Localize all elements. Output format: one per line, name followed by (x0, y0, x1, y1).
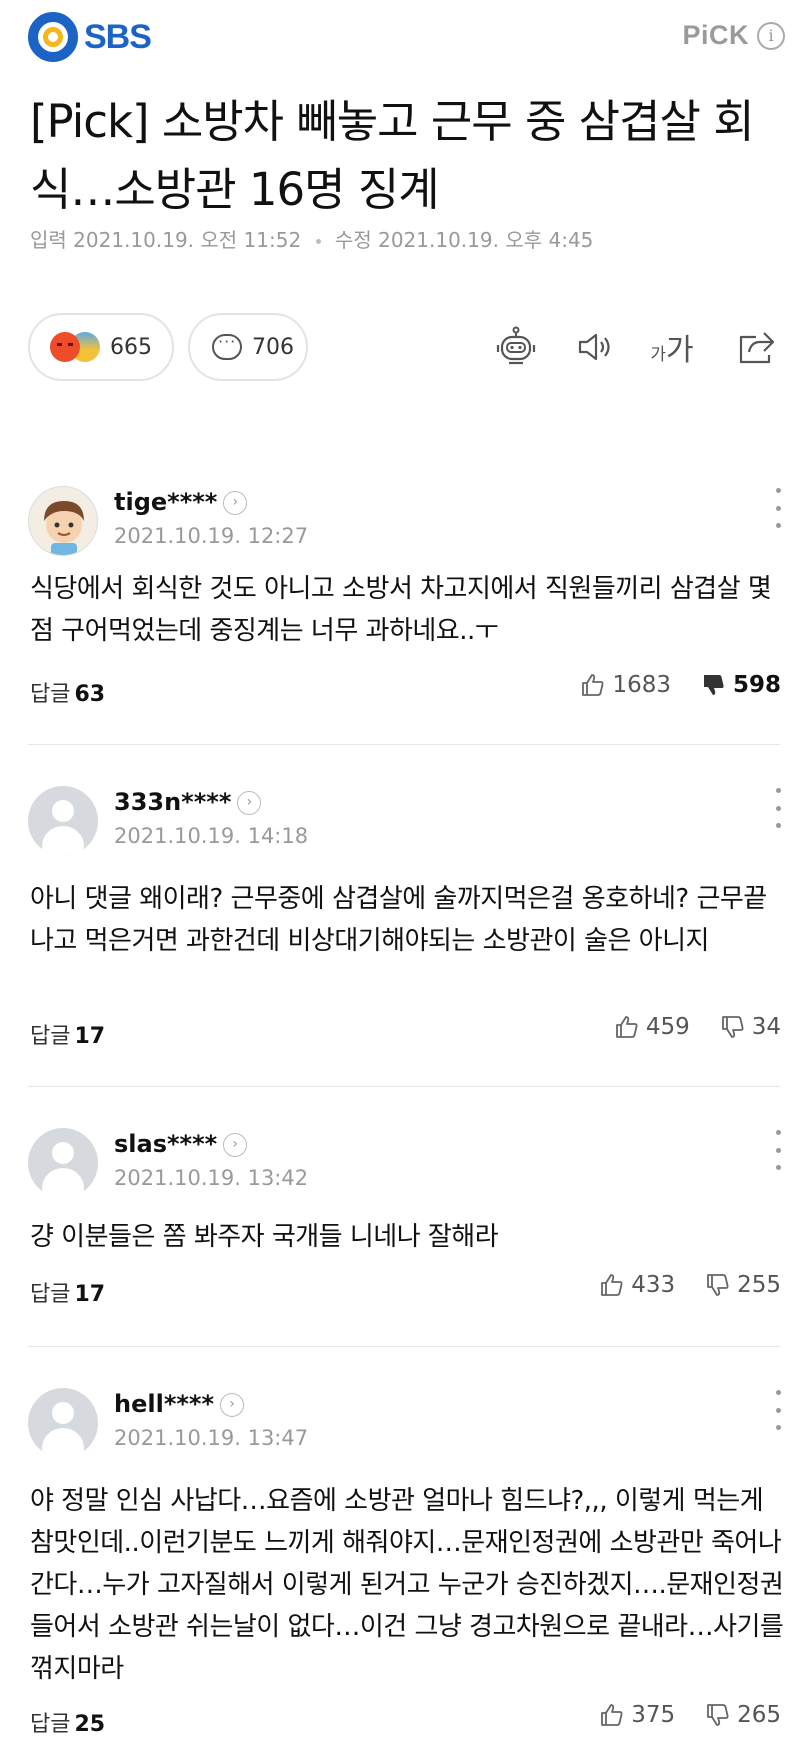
like-button[interactable]: 433 (599, 1272, 675, 1298)
robot-icon (496, 326, 536, 365)
comment-username[interactable]: tige**** › (114, 488, 248, 516)
font-size-button[interactable]: 가가 (648, 323, 696, 371)
dislike-button[interactable]: 34 (720, 1014, 781, 1040)
share-button[interactable] (732, 323, 780, 371)
chevron-right-icon[interactable]: › (237, 791, 262, 815)
font-size-icon: 가가 (650, 333, 694, 368)
dislike-button[interactable]: 598 (701, 672, 781, 698)
comment-username[interactable]: hell**** › (114, 1390, 245, 1418)
avatar[interactable] (28, 486, 98, 556)
dislike-button[interactable]: 265 (705, 1702, 781, 1728)
comment-text: 야 정말 인심 사납다…요즘에 소방관 얼마나 힘드냐?,,, 이렇게 먹는게 … (30, 1486, 784, 1684)
comment-count: 706 (252, 334, 294, 360)
thumbs-down-icon (721, 1016, 744, 1038)
robot-read-button[interactable] (492, 323, 540, 371)
comment-text: 걍 이분들은 쫌 봐주자 국개들 니네나 잘해라 (30, 1222, 499, 1252)
thumbs-down-icon (707, 1274, 729, 1296)
pick-label: PiCK (682, 20, 749, 50)
article-meta: 입력 2021.10.19. 오전 11:52 수정 2021.10.19. 오… (30, 224, 593, 253)
thumbs-up-icon (601, 1704, 623, 1726)
share-icon (739, 332, 775, 364)
reaction-button[interactable]: 665 (28, 313, 174, 381)
more-options-icon[interactable] (771, 788, 785, 828)
thumbs-up-icon (615, 1016, 638, 1038)
reply-button[interactable]: 답글 17 (30, 1018, 105, 1050)
vote-group: 375 265 (569, 1702, 781, 1728)
speech-bubble-icon (212, 332, 242, 360)
angry-emoji-icon (50, 332, 80, 362)
comment-date: 2021.10.19. 14:18 (114, 824, 309, 848)
meta-separator (315, 239, 321, 244)
comment-text: 아니 댓글 왜이래? 근무중에 삼겹살에 술까지먹은걸 옹호하네? 근무끝나고 … (30, 884, 767, 956)
avatar[interactable] (28, 1128, 98, 1198)
updated-label: 수정 (334, 228, 372, 252)
avatar[interactable] (28, 786, 98, 856)
comment-date: 2021.10.19. 13:47 (114, 1426, 309, 1450)
comment-divider (28, 744, 780, 745)
reply-button[interactable]: 답글 63 (30, 676, 105, 708)
comment-divider (28, 1346, 780, 1347)
more-options-icon[interactable] (771, 1390, 785, 1430)
vote-group: 459 34 (584, 1014, 781, 1040)
like-button[interactable]: 459 (614, 1014, 690, 1040)
thumbs-up-icon (582, 674, 604, 696)
avatar[interactable] (28, 1388, 98, 1458)
chevron-right-icon[interactable]: › (223, 491, 248, 515)
comment-date: 2021.10.19. 12:27 (114, 524, 309, 548)
more-options-icon[interactable] (771, 488, 785, 528)
comment-text: 식당에서 회식한 것도 아니고 소방서 차고지에서 직원들끼리 삼겹살 몇 점 … (30, 574, 772, 646)
comment-divider (28, 1086, 780, 1087)
thumbs-down-icon (703, 675, 724, 695)
like-button[interactable]: 1683 (580, 672, 671, 698)
top-bar: SBS PiCK i (0, 0, 807, 72)
updated-date: 2021.10.19. 오후 4:45 (378, 228, 594, 252)
sbs-logo-text: SBS (84, 17, 152, 56)
chevron-right-icon[interactable]: › (220, 1393, 245, 1417)
article-title: [Pick] 소방차 빼놓고 근무 중 삼겹살 회식…소방관 16명 징계 (30, 95, 755, 216)
comment-username[interactable]: slas**** › (114, 1130, 248, 1158)
comment-date: 2021.10.19. 13:42 (114, 1166, 309, 1190)
comment-count-button[interactable]: 706 (188, 313, 308, 381)
published-date: 2021.10.19. 오전 11:52 (73, 228, 302, 252)
like-button[interactable]: 375 (599, 1702, 675, 1728)
vote-group: 1683 598 (550, 672, 781, 698)
reaction-count: 665 (110, 334, 152, 360)
speaker-icon (578, 333, 610, 361)
sbs-logo-icon (28, 12, 78, 62)
audio-button[interactable] (570, 323, 618, 371)
more-options-icon[interactable] (771, 1130, 785, 1170)
reply-button[interactable]: 답글 17 (30, 1276, 105, 1308)
dislike-button[interactable]: 255 (705, 1272, 781, 1298)
sbs-logo[interactable]: SBS (28, 12, 152, 62)
vote-group: 433 255 (569, 1272, 781, 1298)
chevron-right-icon[interactable]: › (223, 1133, 248, 1157)
thumbs-up-icon (601, 1274, 623, 1296)
comment-username[interactable]: 333n**** › (114, 788, 262, 816)
info-icon[interactable]: i (757, 21, 785, 50)
published-label: 입력 (30, 228, 67, 252)
reply-button[interactable]: 답글 25 (30, 1706, 105, 1738)
thumbs-down-icon (707, 1704, 729, 1726)
character-avatar-icon (44, 501, 84, 555)
pick-badge[interactable]: PiCK i (682, 20, 785, 51)
